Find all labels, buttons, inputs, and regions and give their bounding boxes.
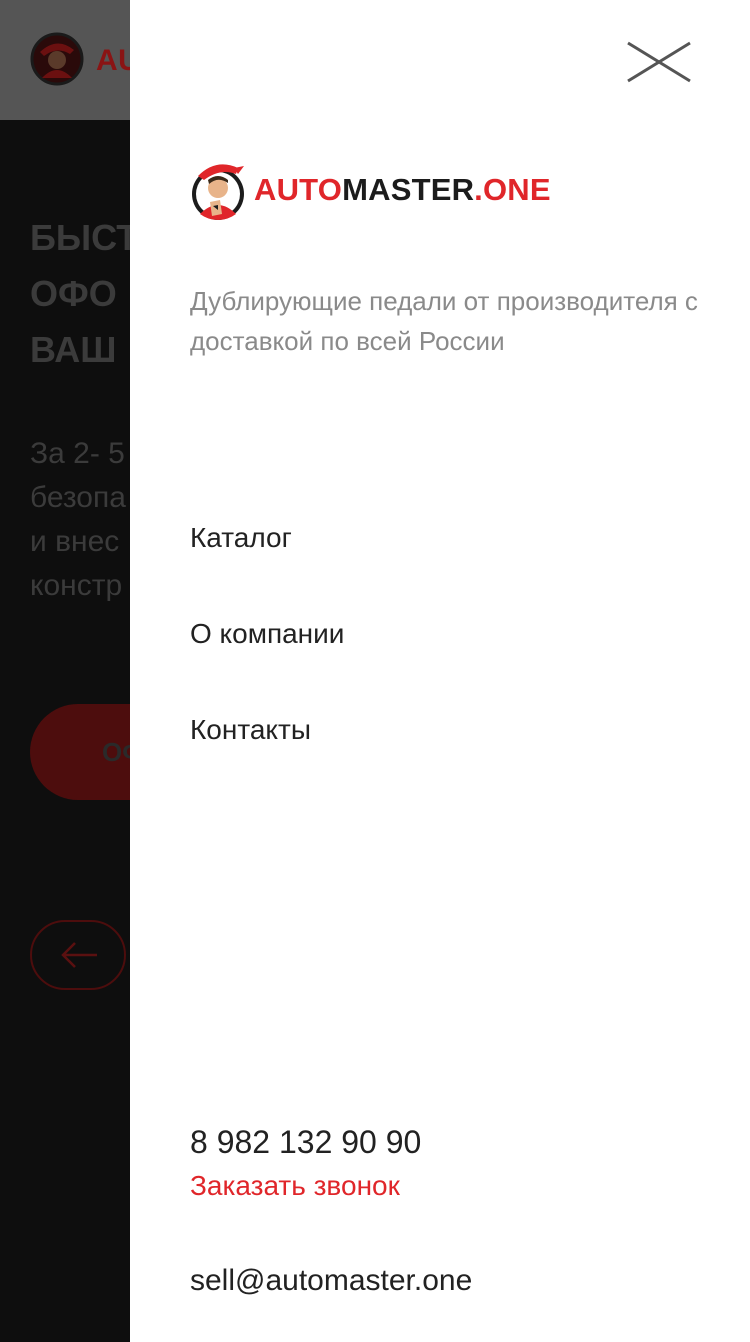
phone-link[interactable]: 8 982 132 90 90 — [190, 1120, 710, 1164]
background-prev-button — [30, 920, 126, 990]
nav-item-contacts[interactable]: Контакты — [190, 706, 344, 802]
main-navigation: Каталог О компании Контакты — [190, 514, 344, 802]
brand-name-part-master: MASTER — [342, 172, 475, 207]
close-button[interactable] — [626, 40, 692, 84]
page: AU БЫСТ ОФО ВАШ За 2- 5 безопа и внес ко… — [0, 0, 750, 1342]
contacts-block: 8 982 132 90 90 Заказать звонок sell@aut… — [190, 1120, 710, 1302]
side-menu-drawer: AUTOMASTER.ONE Дублирующие педали от про… — [130, 0, 750, 1342]
brand-name-part-one: .ONE — [474, 172, 551, 207]
arrow-left-icon — [61, 942, 97, 968]
close-icon — [627, 41, 691, 83]
email-link[interactable]: sell@automaster.one — [190, 1260, 710, 1302]
brand-name: AUTOMASTER.ONE — [254, 158, 551, 222]
brand-logo[interactable]: AUTOMASTER.ONE — [190, 158, 551, 222]
nav-item-catalog[interactable]: Каталог — [190, 514, 344, 610]
brand-name-part-auto: AUTO — [254, 172, 343, 207]
mascot-logo-icon — [192, 164, 244, 220]
mascot-logo-icon — [30, 32, 84, 86]
nav-item-about[interactable]: О компании — [190, 610, 344, 706]
tagline: Дублирующие педали от производителя с до… — [190, 286, 698, 356]
request-callback-link[interactable]: Заказать звонок — [190, 1166, 710, 1206]
